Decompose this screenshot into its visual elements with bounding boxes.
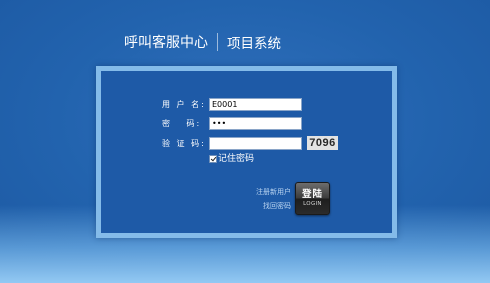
login-button-label: 登陆 — [301, 189, 323, 200]
password-input[interactable] — [209, 117, 302, 130]
login-button[interactable]: 登陆 LOGIN — [295, 182, 330, 215]
forgot-password-link[interactable]: 找回密码 — [247, 199, 291, 213]
remember-checkbox[interactable] — [209, 155, 217, 163]
username-label: 用 户 名: — [162, 100, 206, 109]
captcha-input[interactable] — [209, 137, 302, 150]
username-input[interactable] — [209, 98, 302, 111]
register-link[interactable]: 注册新用户 — [247, 185, 291, 199]
remember-password[interactable]: 记住密码 — [209, 153, 254, 165]
system-title: 项目系统 — [227, 36, 281, 52]
captcha-label: 验 证 码: — [162, 139, 206, 148]
captcha-image[interactable]: 7096 — [307, 136, 338, 150]
page-header: 呼叫客服中心 项目系统 — [124, 31, 281, 53]
brand-title: 呼叫客服中心 — [124, 35, 208, 51]
login-panel: 用 户 名: 密 码: 验 证 码: 7096 记住密码 注册新用户 找回密码 … — [96, 66, 397, 238]
remember-label: 记住密码 — [218, 154, 255, 164]
account-links: 注册新用户 找回密码 — [247, 185, 291, 213]
password-label: 密 码: — [162, 119, 202, 128]
login-button-sublabel: LOGIN — [303, 201, 322, 207]
header-divider — [217, 33, 218, 51]
